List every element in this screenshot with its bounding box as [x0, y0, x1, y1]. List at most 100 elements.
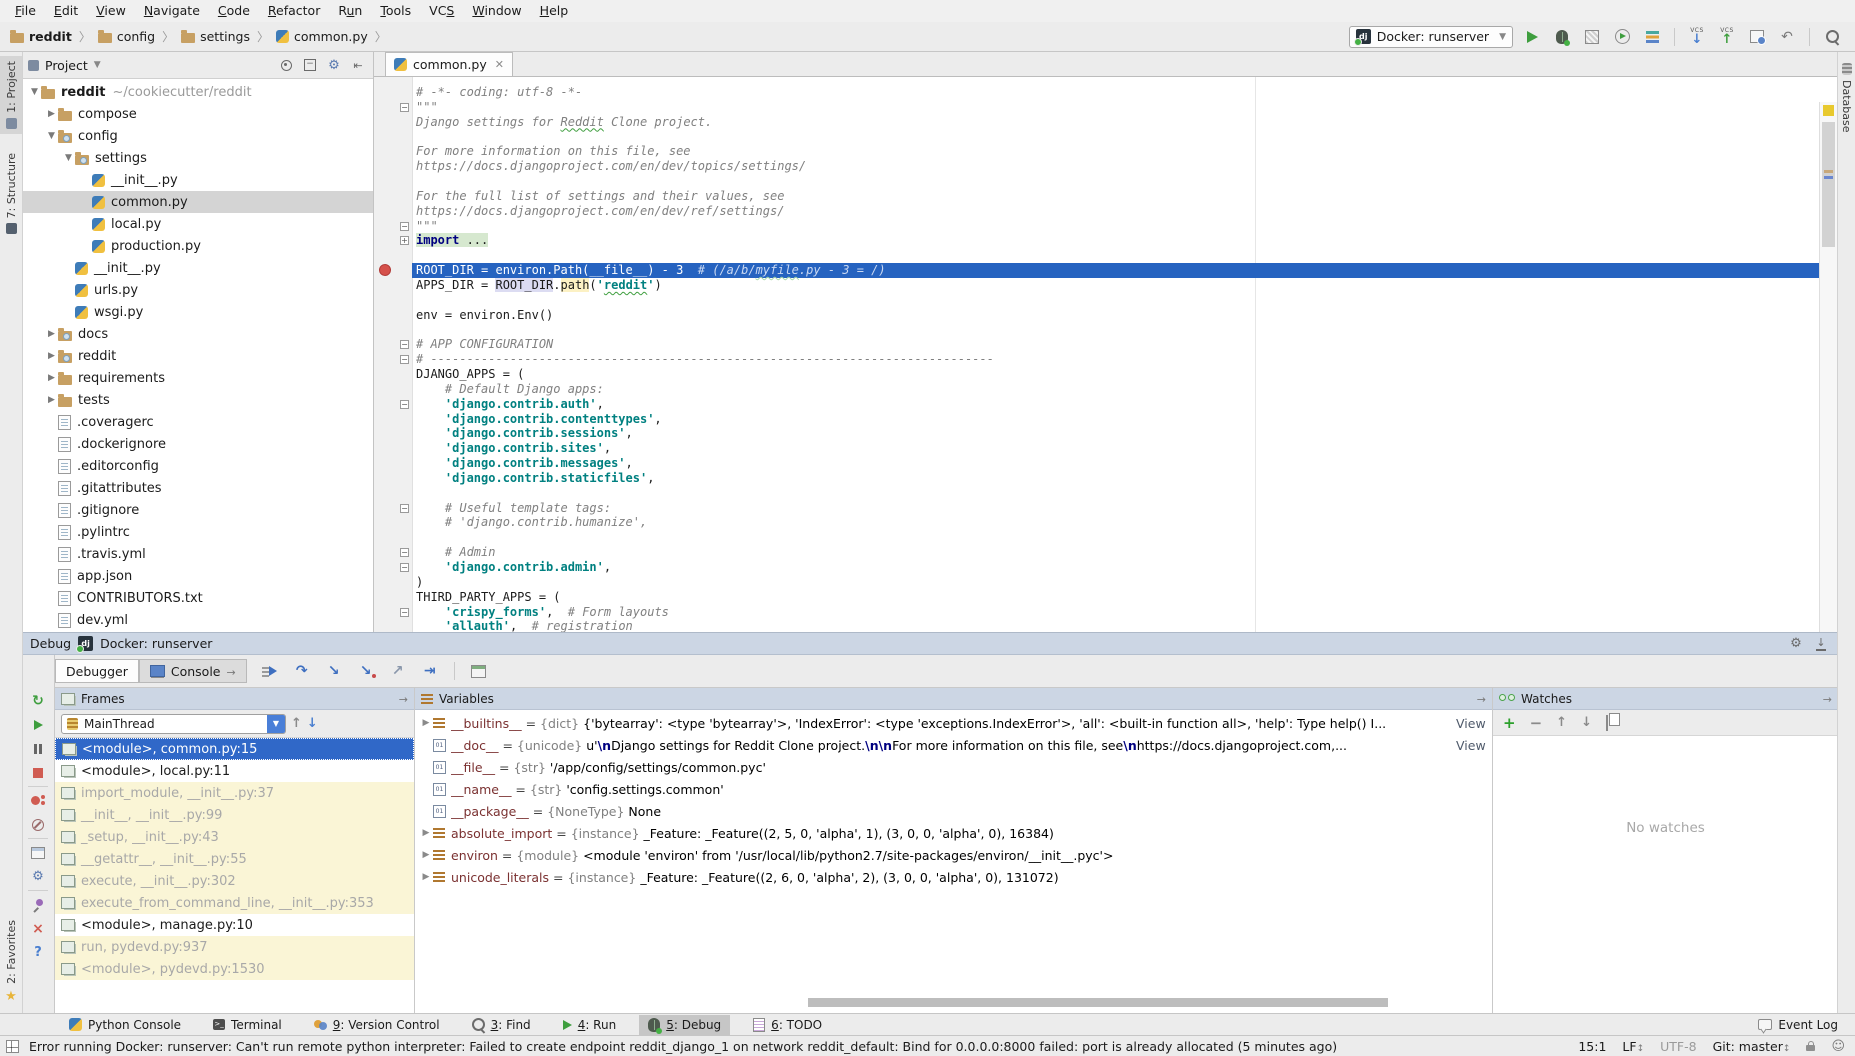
fold-marker-icon[interactable]: − — [400, 563, 409, 572]
breadcrumb-reddit[interactable]: reddit — [10, 29, 72, 44]
remove-watch-button[interactable]: − — [1530, 714, 1543, 732]
code-line[interactable]: 'django.contrib.staticfiles', — [374, 471, 1820, 486]
vcs-update-button[interactable]: VCS↓ — [1686, 26, 1708, 48]
chevron-down-icon[interactable]: ▼ — [94, 60, 101, 70]
tree-item-reddit[interactable]: ▶reddit — [22, 345, 373, 367]
frame-row[interactable]: run, pydevd.py:937 — [55, 936, 414, 958]
tree-item-.dockerignore[interactable]: .dockerignore — [22, 433, 373, 455]
run-configuration-select[interactable]: dj Docker: runserver ▼ — [1349, 26, 1513, 48]
code-line[interactable]: −""" — [374, 100, 1820, 115]
view-link[interactable]: View — [1456, 716, 1486, 731]
event-log-button[interactable]: Event Log — [1749, 1015, 1847, 1035]
menu-run[interactable]: Run — [329, 0, 371, 22]
resume-button[interactable] — [29, 716, 47, 733]
variable-row[interactable]: ▶absolute_import = {instance} _Feature: … — [415, 822, 1492, 844]
gutter-cell[interactable] — [374, 530, 412, 545]
sidebar-tab-structure[interactable]: 7: Structure — [0, 148, 22, 239]
mute-breakpoints-button[interactable] — [29, 816, 47, 833]
tool-tab-run[interactable]: 4: Run — [554, 1015, 626, 1035]
pause-button[interactable] — [29, 740, 47, 757]
scrollbar-thumb[interactable] — [1822, 122, 1835, 247]
code-line[interactable]: https://docs.djangoproject.com/en/dev/re… — [374, 204, 1820, 219]
code-line[interactable]: Django settings for Reddit Clone project… — [374, 115, 1820, 130]
hide-panel-button[interactable]: ⇤ — [349, 56, 367, 74]
tree-item-.pylintrc[interactable]: .pylintrc — [22, 521, 373, 543]
revert-button[interactable]: ↶ — [1776, 26, 1798, 48]
tree-collapsed-icon[interactable]: ▶ — [45, 329, 58, 339]
frame-row[interactable]: __getattr__, __init__.py:55 — [55, 848, 414, 870]
gutter-cell[interactable] — [374, 590, 412, 605]
menu-tools[interactable]: Tools — [371, 0, 420, 22]
previous-frame-button[interactable]: ↑ — [291, 716, 302, 731]
expand-icon[interactable]: ▶ — [419, 872, 433, 882]
gutter-cell[interactable] — [374, 456, 412, 471]
inspections-profile-icon[interactable]: ☺ — [1831, 1039, 1845, 1054]
code-line[interactable]: − # Admin — [374, 545, 1820, 560]
vcs-commit-button[interactable]: VCS↑ — [1716, 26, 1738, 48]
tree-item-__init__.py[interactable]: __init__.py — [22, 257, 373, 279]
gutter-cell[interactable] — [374, 382, 412, 397]
menu-window[interactable]: Window — [463, 0, 530, 22]
watches-settings-icon[interactable] — [1823, 692, 1832, 706]
restore-layout-button[interactable] — [29, 844, 47, 861]
view-breakpoints-button[interactable] — [29, 792, 47, 809]
tree-item-tests[interactable]: ▶tests — [22, 389, 373, 411]
gutter-cell[interactable] — [374, 293, 412, 308]
code-line[interactable] — [374, 248, 1820, 263]
tool-tab-debug[interactable]: 5: Debug — [639, 1015, 730, 1035]
caret-position[interactable]: 15:1 — [1578, 1039, 1606, 1054]
tree-item-requirements[interactable]: ▶requirements — [22, 367, 373, 389]
expand-icon[interactable]: ▶ — [419, 850, 433, 860]
close-debugger-button[interactable]: × — [29, 920, 47, 937]
code-line[interactable]: DJANGO_APPS = ( — [374, 367, 1820, 382]
code-line[interactable]: 'django.contrib.messages', — [374, 456, 1820, 471]
tree-item-config[interactable]: ▼config — [22, 125, 373, 147]
rerun-button[interactable]: ↻ — [29, 692, 47, 709]
tree-expanded-icon[interactable]: ▼ — [45, 131, 58, 141]
profiler-button[interactable] — [1611, 26, 1633, 48]
gutter-cell[interactable] — [374, 189, 412, 204]
code-line[interactable]: − 'django.contrib.admin', — [374, 560, 1820, 575]
fold-marker-icon[interactable]: − — [400, 504, 409, 513]
thread-selector[interactable]: MainThread ▼ — [61, 714, 286, 734]
debug-button[interactable] — [1551, 26, 1573, 48]
tree-item-.gitignore[interactable]: .gitignore — [22, 499, 373, 521]
gutter-cell[interactable] — [374, 278, 412, 293]
concurrency-button[interactable] — [1641, 26, 1663, 48]
tree-item-CONTRIBUTORS.txt[interactable]: CONTRIBUTORS.txt — [22, 587, 373, 609]
tree-item-settings[interactable]: ▼settings — [22, 147, 373, 169]
debugger-settings-button[interactable]: ⚙ — [29, 868, 47, 885]
menu-refactor[interactable]: Refactor — [259, 0, 329, 22]
tool-tab-find[interactable]: 3: Find — [463, 1015, 540, 1035]
gutter-cell[interactable]: − — [374, 337, 412, 352]
step-over-button[interactable]: ↷ — [291, 660, 313, 682]
gutter-cell[interactable]: − — [374, 605, 412, 620]
tool-tab-terminal[interactable]: >_Terminal — [204, 1015, 291, 1035]
frame-row[interactable]: execute, __init__.py:302 — [55, 870, 414, 892]
horizontal-scrollbar[interactable] — [808, 998, 1388, 1007]
gutter-cell[interactable] — [374, 144, 412, 159]
code-line[interactable]: −# APP CONFIGURATION — [374, 337, 1820, 352]
evaluate-expression-button[interactable] — [468, 660, 490, 682]
code-line[interactable] — [374, 174, 1820, 189]
code-line[interactable]: # 'django.contrib.humanize', — [374, 515, 1820, 530]
sidebar-tab-database[interactable]: Database — [1838, 58, 1855, 138]
code-line[interactable]: For the full list of settings and their … — [374, 189, 1820, 204]
line-ending-selector[interactable]: LF↕ — [1622, 1039, 1644, 1054]
tree-item-production.py[interactable]: production.py — [22, 235, 373, 257]
frames-settings-icon[interactable] — [399, 692, 408, 706]
code-line[interactable] — [374, 486, 1820, 501]
move-watch-down-button[interactable]: ↓ — [1581, 715, 1592, 730]
gutter-cell[interactable] — [374, 471, 412, 486]
breadcrumb-config[interactable]: config — [98, 29, 155, 44]
sidebar-tab-project[interactable]: 1: Project — [0, 56, 22, 134]
tree-collapsed-icon[interactable]: ▶ — [45, 373, 58, 383]
step-into-button[interactable]: ↘ — [323, 660, 345, 682]
show-execution-point-button[interactable] — [259, 660, 281, 682]
frame-row[interactable]: <module>, manage.py:10 — [55, 914, 414, 936]
variable-row[interactable]: ▶environ = {module} <module 'environ' fr… — [415, 844, 1492, 866]
tab-debugger[interactable]: Debugger — [55, 659, 139, 683]
tool-tab-pythonconsole[interactable]: Python Console — [60, 1015, 190, 1035]
code-line[interactable]: APPS_DIR = ROOT_DIR.path('reddit') — [374, 278, 1820, 293]
code-line[interactable]: +import ... — [374, 233, 1820, 248]
